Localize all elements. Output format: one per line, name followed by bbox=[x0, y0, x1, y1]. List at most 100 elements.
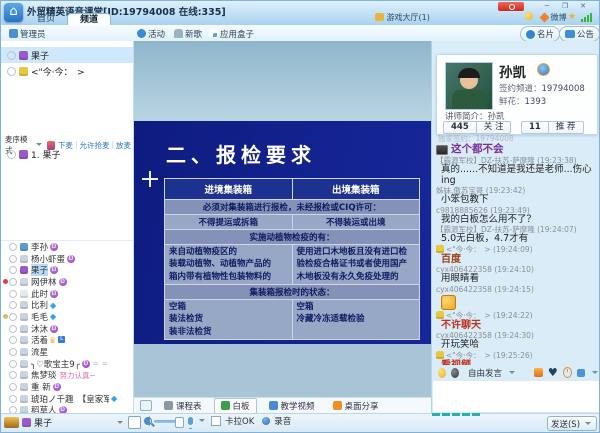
member-row[interactable]: 琥珀ノ千趣 【皇家军团】◆ bbox=[1, 393, 133, 405]
history-icon[interactable] bbox=[563, 367, 572, 378]
vip-crown-icon bbox=[4, 417, 19, 428]
collapse-icon[interactable] bbox=[140, 400, 152, 411]
member-row[interactable]: 焦梦琰努力认真~ bbox=[1, 370, 133, 382]
song-button[interactable]: 新歌 bbox=[174, 28, 202, 40]
avatar-placeholder-icon bbox=[9, 278, 17, 286]
table-span-cell: 集装箱报检时的状态： bbox=[165, 284, 420, 299]
chat-meta-line: <"今·今： > (19:24:22) bbox=[434, 311, 600, 320]
stage-user-list: 果子 <"今·今： > bbox=[1, 47, 133, 79]
shirt-icon bbox=[436, 311, 444, 319]
blue-diamond-badge-icon: ◆ bbox=[111, 394, 117, 403]
emoji-icon[interactable] bbox=[438, 368, 446, 378]
shirt-icon bbox=[20, 371, 28, 379]
notice-button[interactable]: 公告 bbox=[559, 26, 600, 42]
admin-button[interactable]: 管理员 bbox=[9, 28, 46, 40]
video-icon[interactable] bbox=[534, 368, 543, 377]
member-row[interactable]: ╮♡歌宝主9╭D= = bbox=[1, 358, 133, 370]
speak-mode-select[interactable]: 自由发言 bbox=[468, 367, 502, 379]
chevron-down-icon[interactable] bbox=[199, 419, 205, 425]
appbox-button[interactable]: 应用盒子 bbox=[209, 28, 254, 40]
game-hall-entry[interactable]: 游戏大厅(1) bbox=[375, 12, 430, 23]
board-tab-教学视频[interactable]: 教学视频 bbox=[263, 398, 321, 414]
avatar-placeholder-icon bbox=[9, 395, 17, 403]
mic-queue-row[interactable]: 1. 果子 bbox=[1, 147, 133, 161]
left-panel: 果子<"今·今： > 麦序模式 下麦|允许抢麦|放麦 1. 果子 李孙D杨小虾蛋… bbox=[1, 41, 134, 413]
member-row[interactable]: 毛毛◆ bbox=[1, 311, 133, 323]
message-icon[interactable] bbox=[577, 369, 585, 377]
chevron-down-icon[interactable] bbox=[592, 371, 598, 377]
magic-emoji-icon[interactable] bbox=[451, 368, 459, 378]
member-row[interactable]: 网伊林D bbox=[1, 276, 133, 288]
chat-message-highlight: 百度 bbox=[434, 254, 600, 266]
member-row[interactable]: 杨小虾蛋D bbox=[1, 253, 133, 265]
exit-channel-button[interactable] bbox=[498, 2, 524, 11]
table-header-cell: 进境集装箱 bbox=[165, 179, 293, 200]
slide-sky-band bbox=[134, 41, 431, 121]
status-dot-icon bbox=[3, 314, 8, 319]
board-tab-桌面分享[interactable]: 桌面分享 bbox=[327, 398, 385, 414]
favorite-star-icon[interactable]: ★ bbox=[568, 12, 576, 22]
avatar-placeholder-icon bbox=[7, 51, 16, 60]
member-row[interactable]: 此时D bbox=[1, 288, 133, 300]
chat-sticker-title: 这个都不会 bbox=[434, 143, 600, 156]
game-hall-icon bbox=[375, 13, 384, 21]
chat-input[interactable] bbox=[433, 381, 600, 412]
resize-handle-dashes[interactable] bbox=[432, 413, 480, 416]
member-row[interactable]: 沐沐D bbox=[1, 323, 133, 335]
member-row[interactable]: 李孙D bbox=[1, 241, 133, 253]
board-tab-白板[interactable]: 白板 bbox=[214, 398, 257, 414]
flowers-count: 鲜花：1393 bbox=[499, 95, 546, 107]
chevron-down-icon[interactable] bbox=[117, 421, 123, 427]
crown-icon: ♛ bbox=[49, 336, 56, 345]
self-identity-bar[interactable]: 果子 bbox=[4, 416, 155, 429]
member-name: 果子 bbox=[31, 264, 48, 276]
volume-slider[interactable] bbox=[154, 420, 184, 423]
avatar-placeholder-icon bbox=[9, 313, 17, 321]
stage-user-name: <"今·今： > bbox=[31, 65, 85, 78]
board-tab-icon bbox=[269, 401, 278, 410]
activity-button[interactable]: 活动 bbox=[137, 28, 165, 40]
namecard-button[interactable]: 名片 bbox=[520, 26, 560, 42]
sticker-icon bbox=[436, 145, 448, 155]
avatar-placeholder-icon bbox=[9, 266, 17, 274]
karaoke-checkbox[interactable] bbox=[211, 416, 221, 426]
avatar-placeholder-icon bbox=[9, 336, 17, 344]
record-icon[interactable] bbox=[262, 417, 270, 425]
shirt-icon bbox=[436, 351, 444, 359]
stage-user-row[interactable]: 果子 bbox=[1, 47, 133, 63]
member-name: 此时 bbox=[31, 288, 48, 300]
home-logo-icon[interactable]: ⌂ bbox=[4, 3, 23, 22]
member-row[interactable]: 重 新D bbox=[1, 381, 133, 393]
avatar-placeholder-icon bbox=[9, 255, 17, 263]
maximize-button[interactable]: ❐ bbox=[557, 2, 573, 11]
weibo-entry[interactable]: 微博 bbox=[541, 12, 567, 23]
board-tab-label: 白板 bbox=[233, 400, 250, 412]
stage-user-row[interactable]: <"今·今： > bbox=[1, 63, 133, 79]
teacher-name: 孙凯 bbox=[499, 61, 526, 81]
chat-sender-and-time: cyx406422358 (19:24:15) bbox=[436, 285, 534, 294]
teacher-avatar bbox=[445, 62, 493, 110]
member-row[interactable]: 果子D bbox=[1, 264, 133, 276]
shirt-icon bbox=[20, 255, 28, 263]
recommend-button[interactable]: 11推 荐 bbox=[521, 121, 584, 134]
close-button[interactable]: ✕ bbox=[575, 2, 591, 11]
member-row[interactable]: 比利◆ bbox=[1, 299, 133, 311]
follow-button[interactable]: 445关 注 bbox=[443, 121, 511, 134]
chat-sticker-emoji bbox=[441, 295, 456, 310]
board-tab-icon bbox=[164, 401, 173, 410]
member-name: ╮♡歌宝主9╭ bbox=[31, 358, 80, 370]
l-badge-icon: L bbox=[58, 336, 65, 343]
car-icon bbox=[174, 29, 183, 38]
heart-icon[interactable]: ♥ bbox=[548, 368, 558, 378]
avatar-placeholder-icon bbox=[9, 383, 17, 391]
speaker-icon[interactable] bbox=[139, 416, 150, 426]
board-tab-课程表[interactable]: 课程表 bbox=[158, 398, 208, 414]
avatar-placeholder-icon bbox=[9, 301, 17, 309]
minimize-button[interactable]: ─ bbox=[539, 2, 555, 11]
chevron-down-icon[interactable] bbox=[509, 371, 515, 377]
member-row[interactable]: 流星 bbox=[1, 346, 133, 358]
emotion-icon[interactable] bbox=[525, 12, 533, 21]
send-button[interactable]: 发送(S) bbox=[547, 416, 597, 431]
microphone-icon[interactable] bbox=[188, 417, 193, 425]
member-row[interactable]: 活着♛L bbox=[1, 335, 133, 347]
